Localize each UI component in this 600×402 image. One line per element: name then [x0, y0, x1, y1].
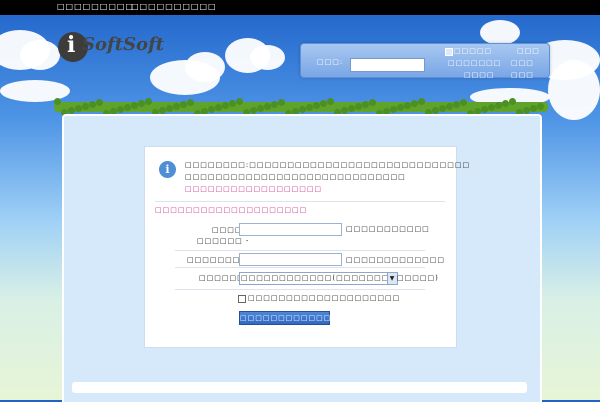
top-nav-link-1[interactable]: □□□□□□□□□	[57, 2, 134, 11]
vine-leaf	[138, 100, 145, 107]
vine-leaf	[173, 103, 180, 110]
vine-leaf	[131, 102, 138, 109]
field2-input[interactable]	[239, 253, 342, 266]
vine-leaf	[187, 99, 194, 106]
agree-label: □□□□□□□□□□□□□□□□□□□□	[248, 294, 401, 302]
vine-leaf	[236, 98, 243, 105]
login-link-d[interactable]: □□□□	[464, 71, 494, 79]
login-username-input[interactable]	[350, 58, 425, 72]
divider	[175, 289, 425, 290]
footer-bar	[72, 382, 527, 393]
category-select[interactable]: □□□□□□□□□□□□(□□□□□□□□□□□□□) ▼	[239, 272, 438, 285]
content-box: i □□□□□□□□:□□□□□□□□□□□□□□□□□□□□□□□□□□□□□…	[144, 146, 469, 348]
vine-leaf	[411, 100, 418, 107]
info-message-line2: □□□□□□□□□□□□□□□□□□□□□□□□□□□□□	[185, 173, 406, 181]
info-message: □□□□□□□□:□□□□□□□□□□□□□□□□□□□□□□□□□□□□□ □…	[185, 159, 469, 195]
vine-leaf	[327, 98, 334, 105]
login-link-c[interactable]: □□□	[511, 59, 534, 67]
isoftsoft-logo[interactable]: i SoftSoft	[58, 30, 164, 64]
vine-leaf	[89, 101, 96, 108]
vine-leaf	[313, 102, 320, 109]
top-nav-bar: □□□□□□□□□ □□□□□□□□□□	[0, 0, 600, 15]
vine-leaf	[348, 105, 355, 112]
remember-label: □□□□□	[454, 47, 493, 55]
login-link-b[interactable]: □□□□□□□	[448, 59, 501, 67]
divider	[155, 201, 445, 202]
field1-hint2: □□□□□□ -	[197, 237, 250, 245]
vine-leaf	[362, 101, 369, 108]
vine-leaf	[453, 101, 460, 108]
vine-leaf	[502, 100, 509, 107]
vine-leaf	[264, 103, 271, 110]
chevron-down-icon[interactable]: ▼	[387, 273, 397, 284]
login-link-e[interactable]: □□□	[511, 71, 534, 79]
info-icon: i	[159, 161, 176, 178]
vine-leaf	[341, 107, 348, 114]
vine-leaf	[222, 102, 229, 109]
vine-leaf	[96, 99, 103, 106]
vine-leaf	[215, 104, 222, 111]
vine-leaf	[369, 99, 376, 106]
vine-leaf	[82, 103, 89, 110]
vine-leaf	[481, 106, 488, 113]
vine-leaf	[117, 106, 124, 113]
select-value: □□□□□□□□□□□□(□□□□□□□□□□□□□)	[241, 274, 439, 282]
vine-leaf	[229, 100, 236, 107]
remember-checkbox[interactable]	[445, 48, 453, 56]
field1-hint: □□□□□□□□□□□	[346, 225, 430, 233]
vine-leaf	[488, 104, 495, 111]
vine-leaf	[271, 101, 278, 108]
info-message-link[interactable]: □□□□□□□□□□□□□□□□□□	[185, 185, 322, 193]
vine-leaf	[530, 105, 537, 112]
vine-leaf	[460, 99, 467, 106]
vine-leaf	[320, 100, 327, 107]
submit-button[interactable]: □□□□□□□□□□□□□□	[239, 311, 346, 325]
vine-leaf	[68, 107, 75, 114]
field1-label: □□□□	[212, 226, 243, 234]
vine-leaf	[54, 98, 61, 105]
vine-leaf	[145, 98, 152, 105]
logo-initial: i	[67, 32, 76, 58]
vine-leaf	[509, 98, 516, 105]
vine-leaf	[418, 98, 425, 105]
vine-leaf	[75, 105, 82, 112]
vine-leaf	[250, 107, 257, 114]
vine-leaf	[432, 107, 439, 114]
divider	[175, 267, 425, 268]
vine-leaf	[180, 101, 187, 108]
agree-checkbox[interactable]	[238, 295, 246, 303]
field2-hint: □□□□□□□□□□□□□	[346, 256, 445, 264]
top-nav-link-2[interactable]: □□□□□□□□□□	[131, 2, 217, 11]
login-label: □□□:	[317, 58, 344, 66]
divider	[175, 250, 425, 251]
vine-leaf	[299, 106, 306, 113]
vine-leaf	[257, 105, 264, 112]
info-message-line1: □□□□□□□□:□□□□□□□□□□□□□□□□□□□□□□□□□□□□□	[185, 161, 471, 169]
vine-leaf	[124, 104, 131, 111]
login-link-a[interactable]: □□□	[517, 47, 540, 55]
vine-leaf	[537, 103, 544, 110]
section-title: □□□□□□□□□□□□□□□□□□□□	[155, 206, 308, 214]
vine-leaf	[208, 106, 215, 113]
login-box: □□□: □□□□□ □□□ □□□□□□□ □□□ □□□□ □□□	[300, 43, 550, 79]
vine-leaf	[166, 105, 173, 112]
vine-leaf	[355, 103, 362, 110]
vine-leaf	[306, 104, 313, 111]
vine-leaf	[278, 99, 285, 106]
logo-wordmark: SoftSoft	[82, 34, 165, 55]
vine-leaf	[439, 105, 446, 112]
vine-leaf	[390, 106, 397, 113]
vine-leaf	[446, 103, 453, 110]
vine-leaf	[523, 107, 530, 114]
vine-leaf	[495, 102, 502, 109]
vine-leaf	[404, 102, 411, 109]
vine-leaf	[397, 104, 404, 111]
field1-input[interactable]	[239, 223, 342, 236]
vine-leaf	[159, 107, 166, 114]
